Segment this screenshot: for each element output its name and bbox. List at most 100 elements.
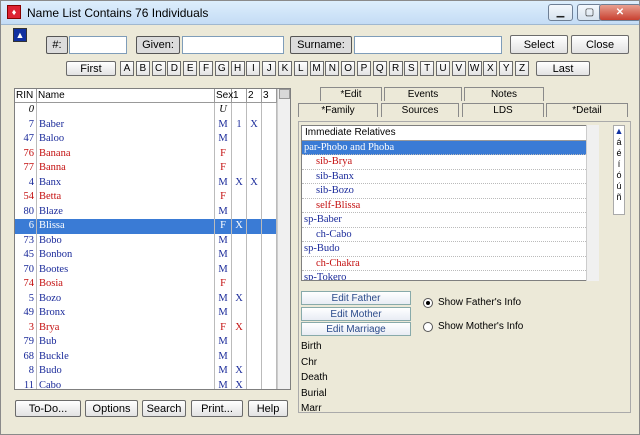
tab-events[interactable]: Events [384,87,462,101]
todo-button[interactable]: To-Do... [15,400,81,417]
special-char-arrow-icon[interactable]: ▲ [614,126,624,137]
show-mother-radio[interactable] [423,322,433,332]
tab-lds[interactable]: LDS [462,103,544,117]
table-row[interactable]: 77 Banna F [15,161,278,176]
show-father-radio[interactable] [423,298,433,308]
table-row[interactable]: 11 Cabo M X [15,378,278,389]
letter-button-t[interactable]: T [420,61,435,76]
options-button[interactable]: Options [85,400,138,417]
search-button[interactable]: Search [142,400,186,417]
table-row[interactable]: 74 Bosia F [15,277,278,292]
event-label-marr[interactable]: Marr [301,403,322,414]
given-label-button[interactable]: Given: [136,36,180,54]
letter-button-m[interactable]: M [309,61,324,76]
rin-input[interactable] [69,36,127,54]
table-row[interactable]: 79 Bub M [15,335,278,350]
table-row[interactable]: 80 Blaze M [15,204,278,219]
grid-scroll-thumb[interactable] [279,89,290,99]
edit-mother-button[interactable]: Edit Mother [301,307,411,321]
letter-button-n[interactable]: N [325,61,340,76]
letter-button-y[interactable]: Y [499,61,514,76]
relative-item[interactable]: par-Phobo and Phoba [302,140,598,155]
event-label-birth[interactable]: Birth [301,341,322,352]
letter-button-l[interactable]: L [293,61,308,76]
special-char-strip[interactable]: ▲ á é í ó ú ñ [613,125,625,215]
relative-item[interactable]: sib-Banx [302,170,598,184]
relative-item[interactable]: sp-Tokero [302,271,598,280]
letter-button-u[interactable]: U [436,61,450,76]
special-char[interactable]: í [614,159,624,170]
given-input[interactable] [182,36,284,54]
sex-column-header[interactable]: Sex [215,89,233,103]
relative-item[interactable]: sib-Brya [302,155,598,170]
special-char[interactable]: á [614,137,624,148]
table-row[interactable]: 3 Brya F X [15,320,278,335]
letter-button-x[interactable]: X [483,61,498,76]
table-row[interactable]: 7 Baber M 1 X [15,117,278,132]
letter-button-q[interactable]: Q [372,61,387,76]
last-button[interactable]: Last [536,61,590,76]
table-row[interactable]: 45 Bonbon M [15,248,278,263]
up-arrow-icon[interactable]: ▲ [13,28,27,42]
letter-button-b[interactable]: B [135,61,150,76]
letter-button-r[interactable]: R [388,61,403,76]
edit-marriage-button[interactable]: Edit Marriage [301,322,411,336]
letter-button-f[interactable]: F [199,61,213,76]
letter-button-j[interactable]: J [262,61,277,76]
table-row[interactable]: 5 Bozo M X [15,291,278,306]
letter-button-s[interactable]: S [404,61,419,76]
relative-item[interactable]: ch-Cabo [302,228,598,242]
letter-button-g[interactable]: G [214,61,229,76]
table-row[interactable]: 70 Bootes M [15,262,278,277]
table-row[interactable]: 73 Bobo M [15,233,278,248]
print-button[interactable]: Print... [191,400,243,417]
special-char[interactable]: ñ [614,192,624,203]
letter-button-e[interactable]: E [183,61,198,76]
tab-family[interactable]: *Family [298,103,378,117]
select-button[interactable]: Select [510,35,568,54]
grid-scrollbar[interactable] [277,89,290,389]
relative-item[interactable]: sp-Baber [302,213,598,228]
close-window-button[interactable]: ✕ [599,4,640,21]
tab-edit[interactable]: *Edit [320,87,382,101]
table-row[interactable]: 49 Bronx M [15,306,278,321]
rin-column-header[interactable]: RIN [15,89,37,103]
special-char[interactable]: é [614,148,624,159]
relatives-list[interactable]: Immediate Relatives par-Phobo and Phoba s… [301,125,599,281]
name-column-header[interactable]: Name [37,89,215,103]
letter-button-p[interactable]: P [357,61,371,76]
table-row[interactable]: 76 Banana F [15,146,278,161]
name-grid[interactable]: RIN Name Sex 1 2 3 0 U 7 Baber M 1 X 47 Baloo M 76… [14,88,291,390]
event-label-burial[interactable]: Burial [301,388,327,399]
letter-button-o[interactable]: O [341,61,356,76]
relative-item[interactable]: ch-Chakra [302,257,598,271]
event-label-death[interactable]: Death [301,372,328,383]
table-row[interactable]: 6 Blissa F X [15,219,278,234]
tab-notes[interactable]: Notes [464,87,544,101]
relative-item[interactable]: sp-Budo [302,242,598,257]
letter-button-d[interactable]: D [167,61,182,76]
rin-label-button[interactable]: #: [46,36,68,54]
letter-button-k[interactable]: K [278,61,292,76]
edit-father-button[interactable]: Edit Father [301,291,411,305]
special-char[interactable]: ú [614,181,624,192]
col1-header[interactable]: 1 [232,89,247,103]
tab-detail[interactable]: *Detail [546,103,628,117]
letter-button-z[interactable]: Z [515,61,529,76]
table-row[interactable]: 68 Buckle M [15,349,278,364]
surname-label-button[interactable]: Surname: [290,36,352,54]
col3-header[interactable]: 3 [262,89,277,103]
first-button[interactable]: First [66,61,116,76]
title-bar[interactable]: ♦ Name List Contains 76 Individuals ▁ ▢ … [1,1,640,25]
event-label-chr[interactable]: Chr [301,357,317,368]
relative-item[interactable]: self-Blissa [302,199,598,213]
close-button[interactable]: Close [571,35,629,54]
table-row[interactable]: 4 Banx M X X [15,175,278,190]
table-row[interactable]: 54 Betta F [15,190,278,205]
table-row[interactable]: 47 Baloo M [15,132,278,147]
surname-input[interactable] [354,36,502,54]
relatives-scrollbar[interactable] [586,125,599,281]
letter-button-v[interactable]: V [451,61,466,76]
letter-button-h[interactable]: H [230,61,245,76]
table-row[interactable]: 0U [15,103,278,118]
